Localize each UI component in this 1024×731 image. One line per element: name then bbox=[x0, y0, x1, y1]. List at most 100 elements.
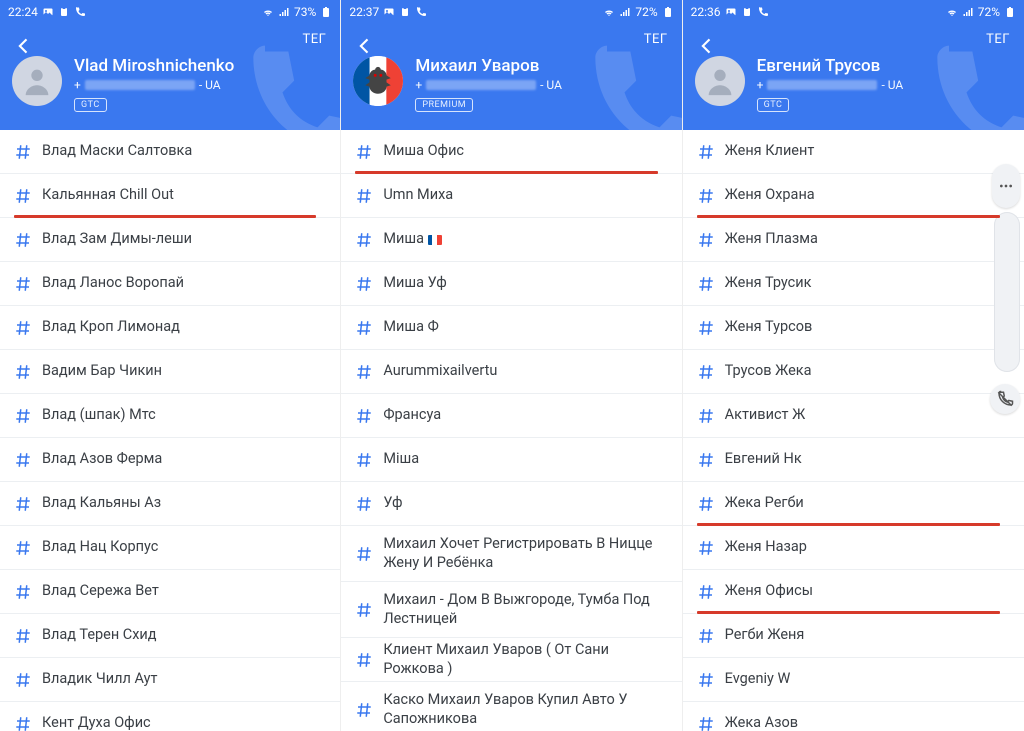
hash-icon bbox=[355, 187, 373, 205]
watermark-phone-icon bbox=[572, 34, 682, 130]
hash-icon bbox=[14, 319, 32, 337]
hash-icon bbox=[355, 545, 373, 563]
tag-label: Влад (шпак) Мтс bbox=[42, 406, 156, 424]
tag-row[interactable]: Активист Ж bbox=[683, 394, 1024, 438]
tag-row[interactable]: Женя Охрана bbox=[683, 174, 1024, 218]
tag-row[interactable]: Жека Азов bbox=[683, 702, 1024, 731]
tag-row[interactable]: Франсуа bbox=[341, 394, 681, 438]
tag-row[interactable]: Влад Азов Ферма bbox=[0, 438, 340, 482]
tag-row[interactable]: Женя Плазма bbox=[683, 218, 1024, 262]
tag-row[interactable]: Миша Уф bbox=[341, 262, 681, 306]
tag-row[interactable]: Влад Кальяны Аз bbox=[0, 482, 340, 526]
tag-label: Миша bbox=[383, 230, 441, 248]
tag-row[interactable]: Женя Турсов bbox=[683, 306, 1024, 350]
tag-row[interactable]: Владик Чилл Аут bbox=[0, 658, 340, 702]
hash-icon bbox=[697, 275, 715, 293]
wifi-icon bbox=[603, 6, 615, 18]
tag-row[interactable]: Трусов Жека bbox=[683, 350, 1024, 394]
tag-row[interactable]: Влад Маски Салтовка bbox=[0, 130, 340, 174]
tag-row[interactable]: Женя Офисы bbox=[683, 570, 1024, 614]
tag-label: Женя Турсов bbox=[725, 318, 813, 336]
tag-label: Каско Михаил Уваров Купил Авто У Сапожни… bbox=[383, 691, 671, 727]
screen-column: 22:36 72% ТЕГ Евгений Трусов + - UA GTC … bbox=[683, 0, 1024, 731]
tag-row[interactable]: Женя Назар bbox=[683, 526, 1024, 570]
battery-icon bbox=[662, 6, 674, 18]
hash-icon bbox=[14, 715, 32, 731]
profile-header: ТЕГ Евгений Трусов + - UA GTC bbox=[683, 24, 1024, 130]
tag-label: Михаил Хочет Регистрировать В Ницце Жену… bbox=[383, 535, 671, 571]
tag-row[interactable]: Женя Трусик bbox=[683, 262, 1024, 306]
tag-row[interactable]: Кальянная Chill Out bbox=[0, 174, 340, 218]
tag-list[interactable]: Влад Маски СалтовкаКальянная Chill OutВл… bbox=[0, 130, 340, 731]
back-button[interactable] bbox=[693, 32, 721, 60]
phone-icon bbox=[757, 6, 769, 18]
screen-column: 22:37 72% ТЕГ Михаил Уваров + - UA PREMI… bbox=[341, 0, 682, 731]
tag-label: Женя Трусик bbox=[725, 274, 812, 292]
hash-icon bbox=[355, 231, 373, 249]
tag-row[interactable]: Влад Сережа Вет bbox=[0, 570, 340, 614]
hash-icon bbox=[697, 627, 715, 645]
tag-row[interactable]: Влад Нац Корпус bbox=[0, 526, 340, 570]
scrollbar-thumb[interactable] bbox=[994, 212, 1020, 372]
hash-icon bbox=[697, 231, 715, 249]
tag-row[interactable]: Миша bbox=[341, 218, 681, 262]
avatar[interactable] bbox=[12, 56, 62, 106]
hash-icon bbox=[697, 583, 715, 601]
tag-row[interactable]: Влад Зам Димы-леши bbox=[0, 218, 340, 262]
status-bar: 22:37 72% bbox=[341, 0, 681, 24]
tag-row[interactable]: Евгений Нк bbox=[683, 438, 1024, 482]
tag-row[interactable]: Влад Ланос Воропай bbox=[0, 262, 340, 306]
tag-row[interactable]: Уф bbox=[341, 482, 681, 526]
tag-label: Женя Плазма bbox=[725, 230, 818, 248]
status-bar: 22:36 72% bbox=[683, 0, 1024, 24]
tag-label: Влад Терен Схид bbox=[42, 626, 157, 644]
status-time: 22:36 bbox=[691, 5, 721, 19]
profile-name: Vlad Miroshnichenko bbox=[74, 56, 234, 76]
tag-row[interactable]: Міша bbox=[341, 438, 681, 482]
tag-row[interactable]: Влад Кроп Лимонад bbox=[0, 306, 340, 350]
hash-icon bbox=[697, 143, 715, 161]
hash-icon bbox=[355, 275, 373, 293]
tag-list[interactable]: Миша ОфисUmn Миха Миша Миша УфМиша Ф Aurum… bbox=[341, 130, 681, 731]
tag-row[interactable]: Михаил Хочет Регистрировать В Ницце Жену… bbox=[341, 526, 681, 582]
profile-phone: + - UA bbox=[757, 78, 904, 92]
profile-badge: GTC bbox=[74, 98, 107, 112]
hash-icon bbox=[355, 407, 373, 425]
wifi-icon bbox=[946, 6, 958, 18]
tag-label: Влад Маски Салтовка bbox=[42, 142, 192, 160]
tag-label: Aurummixailvertu bbox=[383, 362, 497, 380]
signal-icon bbox=[962, 6, 974, 18]
tag-row[interactable]: Клиент Михаил Уваров ( От Сани Рожкова ) bbox=[341, 638, 681, 682]
clipboard-icon bbox=[741, 6, 753, 18]
tag-row[interactable]: Каско Михаил Уваров Купил Авто У Сапожни… bbox=[341, 682, 681, 731]
tag-row[interactable]: Регби Женя bbox=[683, 614, 1024, 658]
mute-call-button[interactable] bbox=[990, 384, 1020, 414]
more-options-button[interactable] bbox=[992, 164, 1020, 208]
tag-row[interactable]: Кент Духа Офис bbox=[0, 702, 340, 731]
tag-list[interactable]: Женя КлиентЖеня Охрана Женя Плазма Женя Тр… bbox=[683, 130, 1024, 731]
tag-row[interactable]: Жека Регби bbox=[683, 482, 1024, 526]
clipboard-icon bbox=[399, 6, 411, 18]
hash-icon bbox=[355, 701, 373, 719]
tag-row[interactable]: Aurummixailvertu bbox=[341, 350, 681, 394]
hash-icon bbox=[697, 671, 715, 689]
tag-row[interactable]: Влад (шпак) Мтс bbox=[0, 394, 340, 438]
avatar[interactable] bbox=[353, 56, 403, 106]
tag-row[interactable]: Вадим Бар Чикин bbox=[0, 350, 340, 394]
highlight-underline bbox=[697, 215, 1000, 218]
tag-row[interactable]: Женя Клиент bbox=[683, 130, 1024, 174]
tag-row[interactable]: Влад Терен Схид bbox=[0, 614, 340, 658]
tag-label: Трусов Жека bbox=[725, 362, 812, 380]
tag-row[interactable]: Umn Миха bbox=[341, 174, 681, 218]
tag-row[interactable]: Миша Офис bbox=[341, 130, 681, 174]
tag-label: Евгений Нк bbox=[725, 450, 802, 468]
back-button[interactable] bbox=[10, 32, 38, 60]
tag-row[interactable]: Михаил - Дом В Выжгороде, Тумба Под Лест… bbox=[341, 582, 681, 638]
tag-label: Кент Духа Офис bbox=[42, 714, 151, 731]
tag-row[interactable]: Миша Ф bbox=[341, 306, 681, 350]
hash-icon bbox=[697, 319, 715, 337]
clipboard-icon bbox=[58, 6, 70, 18]
highlight-underline bbox=[355, 171, 657, 174]
tag-row[interactable]: Evgeniy W bbox=[683, 658, 1024, 702]
avatar[interactable] bbox=[695, 56, 745, 106]
